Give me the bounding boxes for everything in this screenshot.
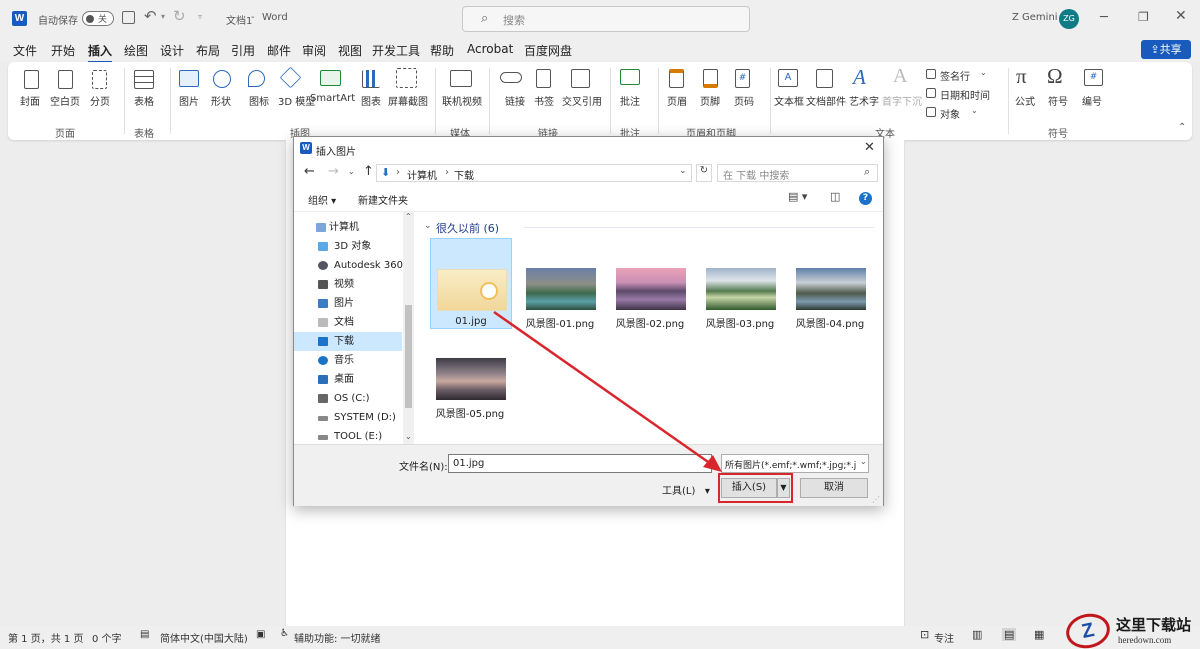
site-watermark: Z 这里下载站 heredown.com bbox=[1062, 609, 1200, 649]
annotation-arrow bbox=[493, 310, 722, 472]
watermark-logo: Z bbox=[1062, 609, 1114, 649]
watermark-url: heredown.com bbox=[1118, 635, 1172, 645]
watermark-text: 这里下载站 bbox=[1116, 616, 1192, 634]
